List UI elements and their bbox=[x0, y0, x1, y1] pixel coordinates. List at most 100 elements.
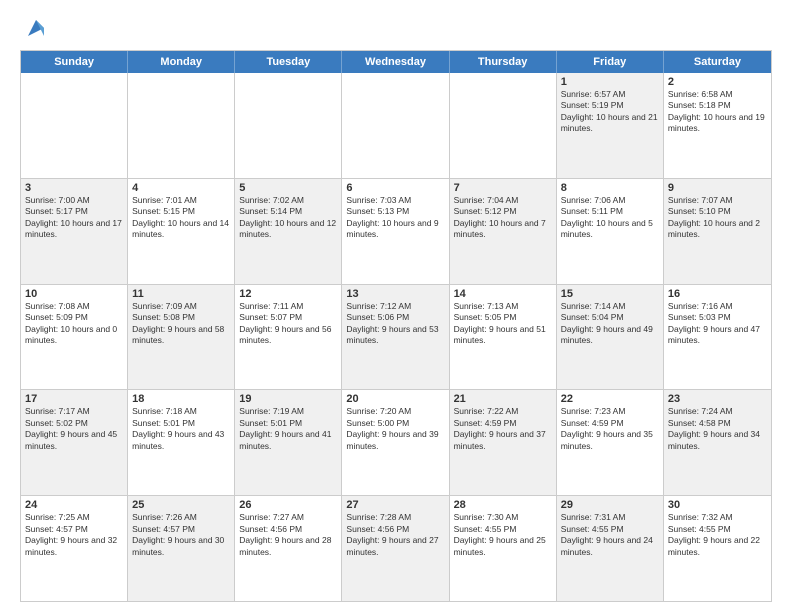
day-number: 15 bbox=[561, 288, 659, 300]
day-number: 19 bbox=[239, 393, 337, 405]
day-number: 28 bbox=[454, 499, 552, 511]
cell-info: Sunrise: 7:00 AM Sunset: 5:17 PM Dayligh… bbox=[25, 195, 123, 241]
calendar-cell-3: 3Sunrise: 7:00 AM Sunset: 5:17 PM Daylig… bbox=[21, 179, 128, 284]
day-number: 24 bbox=[25, 499, 123, 511]
calendar-cell-16: 16Sunrise: 7:16 AM Sunset: 5:03 PM Dayli… bbox=[664, 285, 771, 390]
calendar-cell-30: 30Sunrise: 7:32 AM Sunset: 4:55 PM Dayli… bbox=[664, 496, 771, 601]
header-day-tuesday: Tuesday bbox=[235, 51, 342, 73]
day-number: 27 bbox=[346, 499, 444, 511]
calendar-cell-27: 27Sunrise: 7:28 AM Sunset: 4:56 PM Dayli… bbox=[342, 496, 449, 601]
cell-info: Sunrise: 6:57 AM Sunset: 5:19 PM Dayligh… bbox=[561, 89, 659, 135]
calendar-cell-9: 9Sunrise: 7:07 AM Sunset: 5:10 PM Daylig… bbox=[664, 179, 771, 284]
calendar-cell-8: 8Sunrise: 7:06 AM Sunset: 5:11 PM Daylig… bbox=[557, 179, 664, 284]
day-number: 3 bbox=[25, 182, 123, 194]
cell-info: Sunrise: 7:12 AM Sunset: 5:06 PM Dayligh… bbox=[346, 301, 444, 347]
header-day-friday: Friday bbox=[557, 51, 664, 73]
calendar-cell-25: 25Sunrise: 7:26 AM Sunset: 4:57 PM Dayli… bbox=[128, 496, 235, 601]
day-number: 5 bbox=[239, 182, 337, 194]
header-day-sunday: Sunday bbox=[21, 51, 128, 73]
day-number: 9 bbox=[668, 182, 767, 194]
calendar-cell-6: 6Sunrise: 7:03 AM Sunset: 5:13 PM Daylig… bbox=[342, 179, 449, 284]
day-number: 22 bbox=[561, 393, 659, 405]
day-number: 26 bbox=[239, 499, 337, 511]
day-number: 16 bbox=[668, 288, 767, 300]
day-number: 29 bbox=[561, 499, 659, 511]
calendar-cell-29: 29Sunrise: 7:31 AM Sunset: 4:55 PM Dayli… bbox=[557, 496, 664, 601]
day-number: 2 bbox=[668, 76, 767, 88]
calendar-cell-14: 14Sunrise: 7:13 AM Sunset: 5:05 PM Dayli… bbox=[450, 285, 557, 390]
day-number: 11 bbox=[132, 288, 230, 300]
cell-info: Sunrise: 7:32 AM Sunset: 4:55 PM Dayligh… bbox=[668, 512, 767, 558]
calendar-cell-1: 1Sunrise: 6:57 AM Sunset: 5:19 PM Daylig… bbox=[557, 73, 664, 178]
header-day-monday: Monday bbox=[128, 51, 235, 73]
day-number: 20 bbox=[346, 393, 444, 405]
cell-info: Sunrise: 7:31 AM Sunset: 4:55 PM Dayligh… bbox=[561, 512, 659, 558]
calendar-row-3: 17Sunrise: 7:17 AM Sunset: 5:02 PM Dayli… bbox=[21, 390, 771, 496]
cell-info: Sunrise: 7:04 AM Sunset: 5:12 PM Dayligh… bbox=[454, 195, 552, 241]
cell-info: Sunrise: 7:11 AM Sunset: 5:07 PM Dayligh… bbox=[239, 301, 337, 347]
cell-info: Sunrise: 7:03 AM Sunset: 5:13 PM Dayligh… bbox=[346, 195, 444, 241]
calendar-header: SundayMondayTuesdayWednesdayThursdayFrid… bbox=[21, 51, 771, 73]
cell-info: Sunrise: 7:23 AM Sunset: 4:59 PM Dayligh… bbox=[561, 406, 659, 452]
calendar-cell-24: 24Sunrise: 7:25 AM Sunset: 4:57 PM Dayli… bbox=[21, 496, 128, 601]
cell-info: Sunrise: 7:09 AM Sunset: 5:08 PM Dayligh… bbox=[132, 301, 230, 347]
logo bbox=[20, 16, 48, 40]
cell-info: Sunrise: 7:01 AM Sunset: 5:15 PM Dayligh… bbox=[132, 195, 230, 241]
day-number: 8 bbox=[561, 182, 659, 194]
day-number: 12 bbox=[239, 288, 337, 300]
page: SundayMondayTuesdayWednesdayThursdayFrid… bbox=[0, 0, 792, 612]
day-number: 17 bbox=[25, 393, 123, 405]
cell-info: Sunrise: 7:19 AM Sunset: 5:01 PM Dayligh… bbox=[239, 406, 337, 452]
cell-info: Sunrise: 7:27 AM Sunset: 4:56 PM Dayligh… bbox=[239, 512, 337, 558]
cell-info: Sunrise: 7:16 AM Sunset: 5:03 PM Dayligh… bbox=[668, 301, 767, 347]
cell-info: Sunrise: 7:18 AM Sunset: 5:01 PM Dayligh… bbox=[132, 406, 230, 452]
calendar-cell-2: 2Sunrise: 6:58 AM Sunset: 5:18 PM Daylig… bbox=[664, 73, 771, 178]
calendar-row-0: 1Sunrise: 6:57 AM Sunset: 5:19 PM Daylig… bbox=[21, 73, 771, 179]
calendar-cell-12: 12Sunrise: 7:11 AM Sunset: 5:07 PM Dayli… bbox=[235, 285, 342, 390]
cell-info: Sunrise: 6:58 AM Sunset: 5:18 PM Dayligh… bbox=[668, 89, 767, 135]
calendar-cell-23: 23Sunrise: 7:24 AM Sunset: 4:58 PM Dayli… bbox=[664, 390, 771, 495]
cell-info: Sunrise: 7:06 AM Sunset: 5:11 PM Dayligh… bbox=[561, 195, 659, 241]
calendar-row-4: 24Sunrise: 7:25 AM Sunset: 4:57 PM Dayli… bbox=[21, 496, 771, 601]
day-number: 13 bbox=[346, 288, 444, 300]
calendar-cell-13: 13Sunrise: 7:12 AM Sunset: 5:06 PM Dayli… bbox=[342, 285, 449, 390]
calendar-cell-20: 20Sunrise: 7:20 AM Sunset: 5:00 PM Dayli… bbox=[342, 390, 449, 495]
calendar-row-2: 10Sunrise: 7:08 AM Sunset: 5:09 PM Dayli… bbox=[21, 285, 771, 391]
header-day-saturday: Saturday bbox=[664, 51, 771, 73]
cell-info: Sunrise: 7:25 AM Sunset: 4:57 PM Dayligh… bbox=[25, 512, 123, 558]
cell-info: Sunrise: 7:08 AM Sunset: 5:09 PM Dayligh… bbox=[25, 301, 123, 347]
day-number: 14 bbox=[454, 288, 552, 300]
calendar-cell-empty-r0c0 bbox=[21, 73, 128, 178]
calendar-cell-17: 17Sunrise: 7:17 AM Sunset: 5:02 PM Dayli… bbox=[21, 390, 128, 495]
calendar-cell-10: 10Sunrise: 7:08 AM Sunset: 5:09 PM Dayli… bbox=[21, 285, 128, 390]
day-number: 10 bbox=[25, 288, 123, 300]
cell-info: Sunrise: 7:20 AM Sunset: 5:00 PM Dayligh… bbox=[346, 406, 444, 452]
calendar-cell-21: 21Sunrise: 7:22 AM Sunset: 4:59 PM Dayli… bbox=[450, 390, 557, 495]
cell-info: Sunrise: 7:02 AM Sunset: 5:14 PM Dayligh… bbox=[239, 195, 337, 241]
calendar-cell-empty-r0c1 bbox=[128, 73, 235, 178]
calendar-cell-18: 18Sunrise: 7:18 AM Sunset: 5:01 PM Dayli… bbox=[128, 390, 235, 495]
calendar-cell-4: 4Sunrise: 7:01 AM Sunset: 5:15 PM Daylig… bbox=[128, 179, 235, 284]
day-number: 30 bbox=[668, 499, 767, 511]
calendar-cell-15: 15Sunrise: 7:14 AM Sunset: 5:04 PM Dayli… bbox=[557, 285, 664, 390]
day-number: 21 bbox=[454, 393, 552, 405]
header-day-wednesday: Wednesday bbox=[342, 51, 449, 73]
cell-info: Sunrise: 7:13 AM Sunset: 5:05 PM Dayligh… bbox=[454, 301, 552, 347]
day-number: 6 bbox=[346, 182, 444, 194]
day-number: 25 bbox=[132, 499, 230, 511]
cell-info: Sunrise: 7:28 AM Sunset: 4:56 PM Dayligh… bbox=[346, 512, 444, 558]
calendar-body: 1Sunrise: 6:57 AM Sunset: 5:19 PM Daylig… bbox=[21, 73, 771, 601]
calendar-cell-empty-r0c2 bbox=[235, 73, 342, 178]
day-number: 1 bbox=[561, 76, 659, 88]
day-number: 4 bbox=[132, 182, 230, 194]
cell-info: Sunrise: 7:14 AM Sunset: 5:04 PM Dayligh… bbox=[561, 301, 659, 347]
calendar-cell-5: 5Sunrise: 7:02 AM Sunset: 5:14 PM Daylig… bbox=[235, 179, 342, 284]
calendar-cell-22: 22Sunrise: 7:23 AM Sunset: 4:59 PM Dayli… bbox=[557, 390, 664, 495]
cell-info: Sunrise: 7:22 AM Sunset: 4:59 PM Dayligh… bbox=[454, 406, 552, 452]
calendar-cell-empty-r0c4 bbox=[450, 73, 557, 178]
cell-info: Sunrise: 7:24 AM Sunset: 4:58 PM Dayligh… bbox=[668, 406, 767, 452]
calendar-cell-19: 19Sunrise: 7:19 AM Sunset: 5:01 PM Dayli… bbox=[235, 390, 342, 495]
logo-icon bbox=[24, 16, 48, 40]
calendar-cell-empty-r0c3 bbox=[342, 73, 449, 178]
day-number: 23 bbox=[668, 393, 767, 405]
